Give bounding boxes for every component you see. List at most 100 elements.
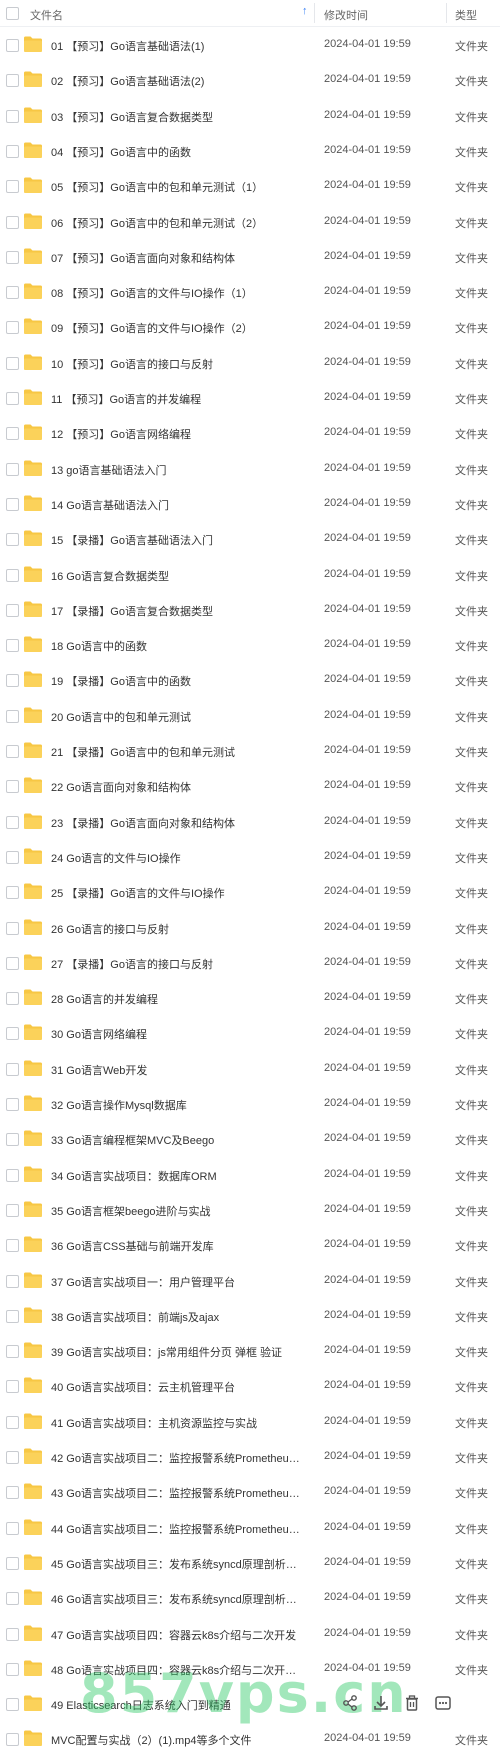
file-row[interactable]: 40 Go语言实战项目：云主机管理平台 2024-04-01 19:59 文件夹 (0, 1368, 500, 1403)
file-row[interactable]: 44 Go语言实战项目二：监控报警系统Prometheus... 2024-04-… (0, 1510, 500, 1545)
row-checkbox[interactable] (6, 215, 19, 229)
row-checkbox[interactable] (6, 568, 19, 582)
file-row[interactable]: 31 Go语言Web开发 2024-04-01 19:59 文件夹 (0, 1051, 500, 1086)
file-row[interactable]: 02 【预习】Go语言基础语法(2) 2024-04-01 19:59 文件夹 (0, 62, 500, 97)
row-checkbox[interactable] (6, 1556, 19, 1570)
file-name[interactable]: 38 Go语言实战项目：前端js及ajax (51, 1309, 303, 1325)
file-row[interactable]: 09 【预习】Go语言的文件与IO操作（2） 2024-04-01 19:59 文件… (0, 309, 500, 344)
file-name[interactable]: 12 【预习】Go语言网络编程 (51, 426, 303, 442)
file-name[interactable]: 47 Go语言实战项目四：容器云k8s介绍与二次开发 (51, 1627, 303, 1643)
file-row[interactable]: 06 【预习】Go语言中的包和单元测试（2） 2024-04-01 19:59 文件… (0, 204, 500, 239)
row-checkbox[interactable] (6, 1309, 19, 1323)
file-name[interactable]: 24 Go语言的文件与IO操作 (51, 850, 303, 866)
delete-icon[interactable] (403, 1694, 421, 1712)
file-row[interactable]: 33 Go语言编程框架MVC及Beego 2024-04-01 19:59 文件夹 (0, 1121, 500, 1156)
column-divider[interactable] (446, 3, 447, 23)
file-name[interactable]: 23 【录播】Go语言面向对象和结构体 (51, 815, 303, 831)
row-checkbox[interactable] (6, 427, 19, 441)
row-checkbox[interactable] (6, 1662, 19, 1676)
file-name[interactable]: 33 Go语言编程框架MVC及Beego (51, 1132, 303, 1148)
file-name[interactable]: 10 【预习】Go语言的接口与反射 (51, 356, 303, 372)
file-name[interactable]: 32 Go语言操作Mysql数据库 (51, 1097, 303, 1113)
share-icon[interactable] (341, 1694, 359, 1712)
file-name[interactable]: 39 Go语言实战项目：js常用组件分页 弹框 验证 (51, 1344, 303, 1360)
row-checkbox[interactable] (6, 1274, 19, 1288)
file-row[interactable]: 22 Go语言面向对象和结构体 2024-04-01 19:59 文件夹 (0, 768, 500, 803)
file-row[interactable]: 26 Go语言的接口与反射 2024-04-01 19:59 文件夹 (0, 910, 500, 945)
row-checkbox[interactable] (6, 780, 19, 794)
column-header-name[interactable]: 文件名 (30, 7, 63, 23)
file-row[interactable]: 04 【预习】Go语言中的函数 2024-04-01 19:59 文件夹 (0, 133, 500, 168)
row-checkbox[interactable] (6, 1627, 19, 1641)
file-name[interactable]: 25 【录播】Go语言的文件与IO操作 (51, 885, 303, 901)
file-row[interactable]: 10 【预习】Go语言的接口与反射 2024-04-01 19:59 文件夹 (0, 345, 500, 380)
file-row[interactable]: 41 Go语言实战项目：主机资源监控与实战 2024-04-01 19:59 文件夹 (0, 1404, 500, 1439)
row-checkbox[interactable] (6, 850, 19, 864)
file-name[interactable]: 40 Go语言实战项目：云主机管理平台 (51, 1379, 303, 1395)
file-row[interactable]: 05 【预习】Go语言中的包和单元测试（1） 2024-04-01 19:59 文件… (0, 168, 500, 203)
row-checkbox[interactable] (6, 1451, 19, 1464)
row-checkbox[interactable] (6, 321, 19, 335)
file-name[interactable]: MVC配置与实战（2）(1).mp4等多个文件 (51, 1732, 303, 1748)
row-checkbox[interactable] (6, 1592, 19, 1606)
row-checkbox[interactable] (6, 709, 19, 723)
file-name[interactable]: 31 Go语言Web开发 (51, 1062, 303, 1078)
file-name[interactable]: 11 【预习】Go语言的并发编程 (51, 391, 303, 407)
row-checkbox[interactable] (6, 1027, 19, 1041)
file-row[interactable]: 45 Go语言实战项目三：发布系统syncd原理剖析与... 2024-04-01… (0, 1545, 500, 1580)
row-checkbox[interactable] (6, 109, 19, 123)
file-row[interactable]: 17 【录播】Go语言复合数据类型 2024-04-01 19:59 文件夹 (0, 592, 500, 627)
file-row[interactable]: 39 Go语言实战项目：js常用组件分页 弹框 验证 2024-04-01 19:… (0, 1333, 500, 1368)
file-row[interactable]: 42 Go语言实战项目二：监控报警系统Prometheus... 2024-04-… (0, 1439, 500, 1474)
row-checkbox[interactable] (6, 533, 19, 547)
file-row[interactable]: 47 Go语言实战项目四：容器云k8s介绍与二次开发 2024-04-01 19:… (0, 1616, 500, 1651)
row-checkbox[interactable] (6, 180, 19, 194)
file-name[interactable]: 45 Go语言实战项目三：发布系统syncd原理剖析与... (51, 1556, 303, 1572)
row-checkbox[interactable] (6, 603, 19, 617)
row-checkbox[interactable] (6, 356, 19, 370)
file-row[interactable]: 23 【录播】Go语言面向对象和结构体 2024-04-01 19:59 文件夹 (0, 804, 500, 839)
file-name[interactable]: 35 Go语言框架beego进阶与实战 (51, 1203, 303, 1219)
file-row[interactable]: 14 Go语言基础语法入门 2024-04-01 19:59 文件夹 (0, 486, 500, 521)
file-row[interactable]: 28 Go语言的并发编程 2024-04-01 19:59 文件夹 (0, 980, 500, 1015)
file-row[interactable]: 36 Go语言CSS基础与前端开发库 2024-04-01 19:59 文件夹 (0, 1227, 500, 1262)
row-checkbox[interactable] (6, 497, 19, 511)
file-row[interactable]: 30 Go语言网络编程 2024-04-01 19:59 文件夹 (0, 1015, 500, 1050)
row-checkbox[interactable] (6, 1345, 19, 1359)
file-row[interactable]: 35 Go语言框架beego进阶与实战 2024-04-01 19:59 文件夹 (0, 1192, 500, 1227)
row-checkbox[interactable] (6, 1098, 19, 1111)
row-checkbox[interactable] (6, 1239, 19, 1253)
file-name[interactable]: 18 Go语言中的函数 (51, 638, 303, 654)
file-row[interactable]: 34 Go语言实战项目：数据库ORM 2024-04-01 19:59 文件夹 (0, 1157, 500, 1192)
file-name[interactable]: 05 【预习】Go语言中的包和单元测试（1） (51, 179, 303, 195)
file-row[interactable]: 24 Go语言的文件与IO操作 2024-04-01 19:59 文件夹 (0, 839, 500, 874)
file-name[interactable]: 43 Go语言实战项目二：监控报警系统Prometheus... (51, 1485, 303, 1501)
file-row[interactable]: 11 【预习】Go语言的并发编程 2024-04-01 19:59 文件夹 (0, 380, 500, 415)
file-name[interactable]: 02 【预习】Go语言基础语法(2) (51, 73, 303, 89)
file-name[interactable]: 15 【录播】Go语言基础语法入门 (51, 532, 303, 548)
row-checkbox[interactable] (6, 1521, 19, 1535)
row-checkbox[interactable] (6, 144, 19, 158)
file-row[interactable]: 12 【预习】Go语言网络编程 2024-04-01 19:59 文件夹 (0, 415, 500, 450)
file-row[interactable]: 21 【录播】Go语言中的包和单元测试 2024-04-01 19:59 文件夹 (0, 733, 500, 768)
row-checkbox[interactable] (6, 639, 19, 653)
row-checkbox[interactable] (6, 921, 19, 935)
file-name[interactable]: 03 【预习】Go语言复合数据类型 (51, 109, 303, 125)
row-checkbox[interactable] (6, 1486, 19, 1500)
column-divider[interactable] (314, 3, 315, 23)
sort-ascending-icon[interactable]: ↑ (302, 5, 308, 17)
row-checkbox[interactable] (6, 992, 19, 1006)
row-checkbox[interactable] (6, 815, 19, 829)
file-row[interactable]: 16 Go语言复合数据类型 2024-04-01 19:59 文件夹 (0, 557, 500, 592)
file-name[interactable]: 28 Go语言的并发编程 (51, 991, 303, 1007)
row-checkbox[interactable] (6, 1733, 19, 1747)
row-checkbox[interactable] (6, 74, 19, 88)
row-checkbox[interactable] (6, 886, 19, 900)
row-checkbox[interactable] (6, 745, 19, 758)
row-checkbox[interactable] (6, 392, 19, 405)
file-name[interactable]: 46 Go语言实战项目三：发布系统syncd原理剖析与... (51, 1591, 303, 1607)
file-name[interactable]: 07 【预习】Go语言面向对象和结构体 (51, 250, 303, 266)
file-name[interactable]: 26 Go语言的接口与反射 (51, 921, 303, 937)
row-checkbox[interactable] (6, 1380, 19, 1394)
file-name[interactable]: 17 【录播】Go语言复合数据类型 (51, 603, 303, 619)
